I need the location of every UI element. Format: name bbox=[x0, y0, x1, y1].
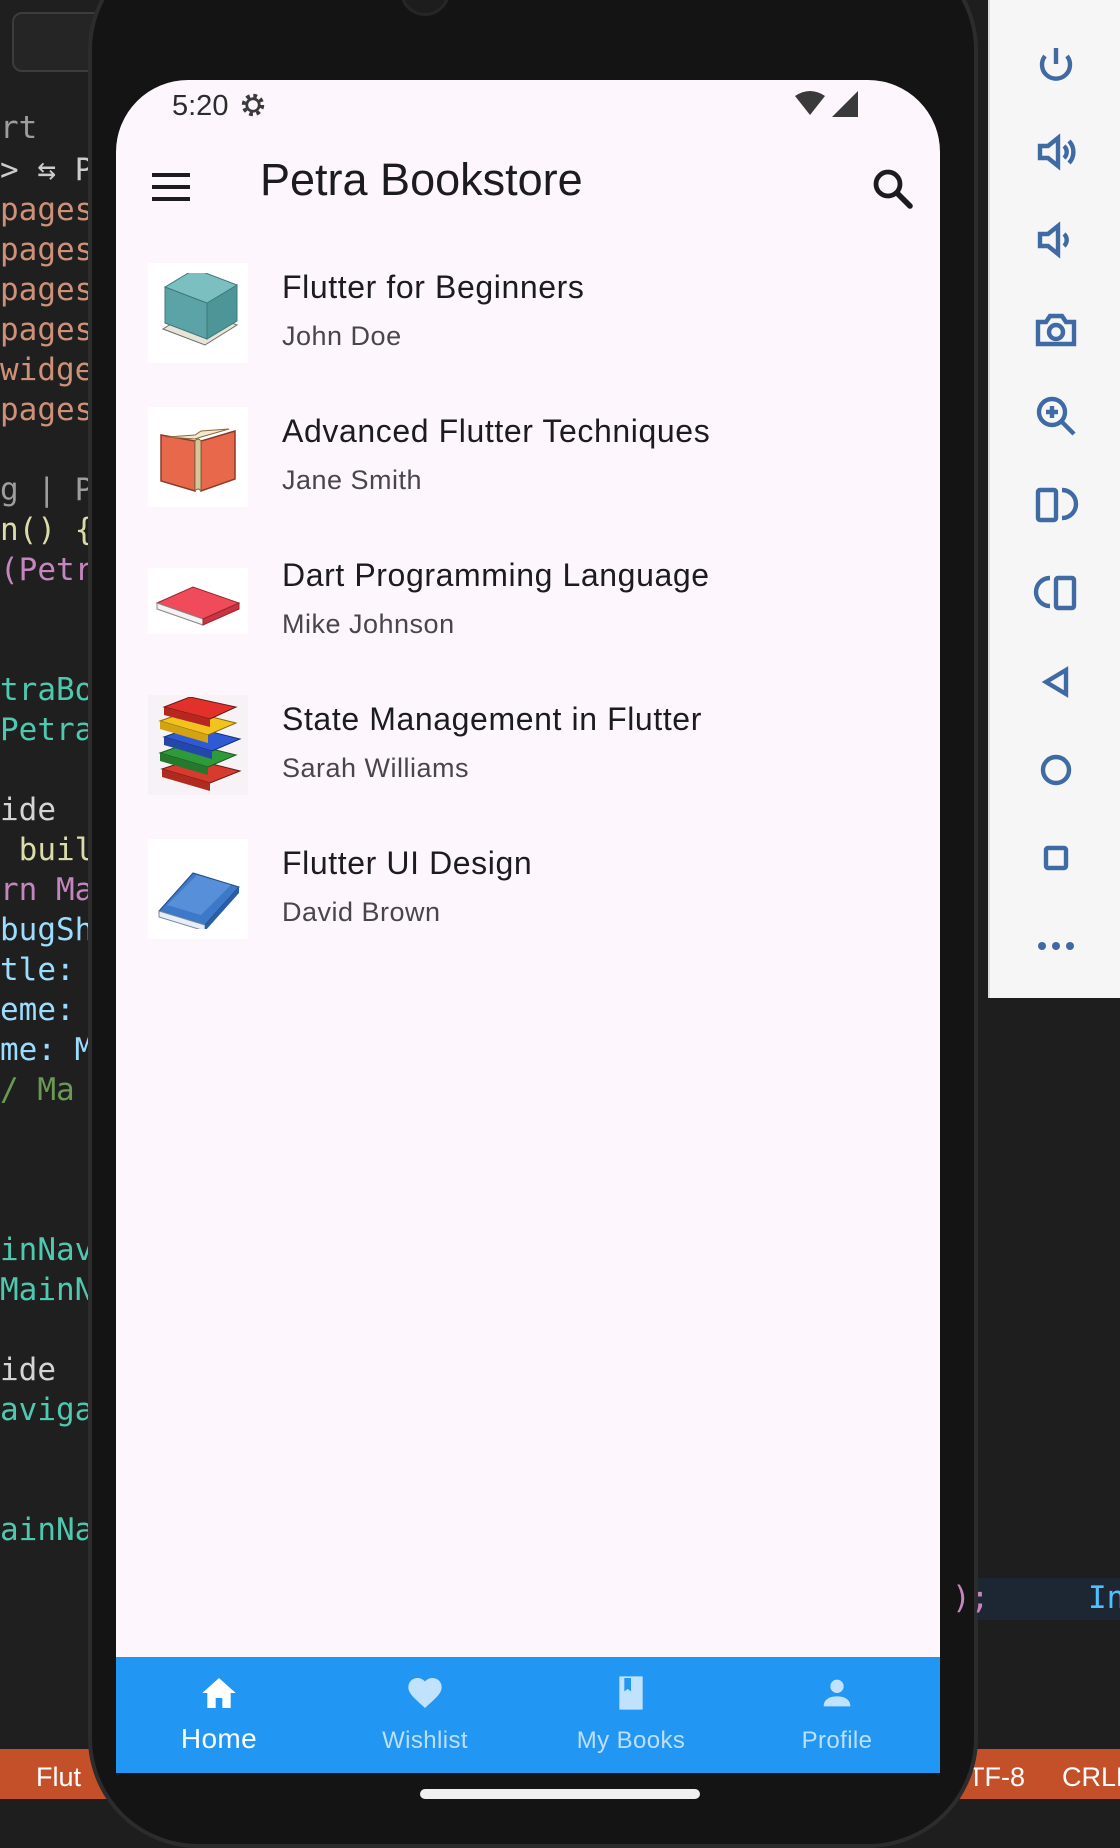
ide-code-line: inNav bbox=[0, 1232, 94, 1268]
overview-icon[interactable] bbox=[1026, 828, 1086, 888]
ide-code-line: pages bbox=[0, 232, 94, 268]
ide-code-line: / Ma bbox=[0, 1072, 75, 1108]
status-bar-encoding[interactable]: TF-8 bbox=[968, 1762, 1025, 1793]
camera-icon[interactable] bbox=[1026, 300, 1086, 360]
page-title: Petra Bookstore bbox=[260, 154, 583, 205]
ide-code-line: rn Ma bbox=[0, 872, 94, 908]
ide-code-line: pages bbox=[0, 312, 94, 348]
ide-code-line: me: M bbox=[0, 1032, 94, 1068]
menu-icon[interactable] bbox=[146, 162, 196, 212]
nav-label: Profile bbox=[801, 1727, 873, 1754]
open-book-cover-image bbox=[148, 407, 248, 507]
ide-code-line: pages bbox=[0, 392, 94, 428]
book-title: Flutter for Beginners bbox=[282, 269, 585, 305]
rotate-left-icon[interactable] bbox=[1026, 474, 1086, 534]
settings-gear-icon bbox=[241, 93, 265, 117]
book-author: David Brown bbox=[282, 897, 441, 927]
book-author: John Doe bbox=[282, 321, 402, 351]
ide-code-line: Petra bbox=[0, 712, 94, 748]
red-book-cover-image bbox=[148, 568, 248, 634]
volume-up-icon[interactable] bbox=[1026, 122, 1086, 182]
book-title: Advanced Flutter Techniques bbox=[282, 413, 711, 449]
ide-code-line: ainNa bbox=[0, 1512, 94, 1548]
book-stack-cover-image bbox=[148, 695, 248, 795]
ide-code-line: buil bbox=[0, 832, 94, 868]
ide-code-line: (Petr bbox=[0, 552, 94, 588]
ide-command-input[interactable] bbox=[12, 12, 100, 72]
book-author: Mike Johnson bbox=[282, 609, 455, 639]
nav-item-profile[interactable]: Profile bbox=[734, 1657, 940, 1773]
book-list-item[interactable]: Dart Programming Language Mike Johnson bbox=[116, 551, 940, 695]
ide-code-line: > ⇆ P bbox=[0, 152, 94, 188]
search-icon[interactable] bbox=[868, 164, 916, 212]
volume-down-icon[interactable] bbox=[1026, 210, 1086, 270]
ide-code-line: rt bbox=[0, 110, 38, 146]
ide-code-line: pages bbox=[0, 272, 94, 308]
book-list-item[interactable]: Flutter for Beginners John Doe bbox=[116, 263, 940, 407]
ide-code-line: bugSh bbox=[0, 912, 94, 948]
nav-label: Wishlist bbox=[382, 1727, 468, 1754]
ide-code-line: ); bbox=[952, 1580, 990, 1616]
person-icon bbox=[823, 1679, 851, 1707]
wifi-icon bbox=[795, 91, 825, 115]
ide-code-line: eme: bbox=[0, 992, 94, 1028]
ide-code-line: In bbox=[1088, 1580, 1120, 1616]
ide-code-line: pages bbox=[0, 192, 94, 228]
rotate-right-icon[interactable] bbox=[1026, 562, 1086, 622]
ide-code-line: MainN bbox=[0, 1272, 94, 1308]
home-icon[interactable] bbox=[1026, 740, 1086, 800]
status-time: 5:20 bbox=[172, 90, 229, 122]
nav-item-wishlist[interactable]: Wishlist bbox=[322, 1657, 528, 1773]
home-icon bbox=[202, 1678, 236, 1708]
book-author: Jane Smith bbox=[282, 465, 423, 495]
ide-code-line: tle: bbox=[0, 952, 94, 988]
nav-label: Home bbox=[180, 1723, 258, 1754]
ide-code-line: traBo bbox=[0, 672, 94, 708]
gesture-home-indicator[interactable] bbox=[420, 1789, 700, 1799]
app-screen: 5:20 Petra Bookstore Flutter for Beginne… bbox=[116, 80, 940, 1773]
ide-code-line: g | Prof bbox=[0, 472, 100, 508]
cell-signal-icon bbox=[832, 91, 858, 117]
back-icon[interactable] bbox=[1026, 652, 1086, 712]
power-icon[interactable] bbox=[1026, 36, 1086, 96]
teal-book-cover-image bbox=[148, 263, 248, 363]
zoom-in-icon[interactable] bbox=[1026, 386, 1086, 446]
ide-code-line: widge bbox=[0, 352, 94, 388]
emulator-toolbar bbox=[988, 0, 1120, 998]
ide-editor-left: rt > ⇆ P pages pages pages pages widge pages g |… bbox=[0, 0, 100, 1799]
status-bar-left[interactable]: Flut bbox=[36, 1762, 81, 1793]
book-title: Dart Programming Language bbox=[282, 557, 710, 593]
ide-code-line: ide bbox=[0, 792, 56, 828]
ide-code-line: n() { bbox=[0, 512, 94, 548]
bottom-navigation-bar: Home Wishlist My Books Profile bbox=[116, 1657, 940, 1773]
ide-code-line: ide bbox=[0, 1352, 56, 1388]
book-list-item[interactable]: Flutter UI Design David Brown bbox=[116, 839, 940, 983]
book-list-item[interactable]: Advanced Flutter Techniques Jane Smith bbox=[116, 407, 940, 551]
nav-label: My Books bbox=[576, 1727, 686, 1754]
nav-item-my-books[interactable]: My Books bbox=[528, 1657, 734, 1773]
heart-icon bbox=[408, 1678, 442, 1708]
book-title: Flutter UI Design bbox=[282, 845, 533, 881]
book-list-item[interactable]: State Management in Flutter Sarah Willia… bbox=[116, 695, 940, 839]
ide-code-line: aviga bbox=[0, 1392, 94, 1428]
book-icon bbox=[619, 1676, 643, 1710]
front-camera bbox=[400, 0, 450, 16]
status-bar-eol[interactable]: CRLF bbox=[1062, 1762, 1120, 1793]
blue-book-cover-image bbox=[148, 839, 248, 939]
book-title: State Management in Flutter bbox=[282, 701, 702, 737]
more-icon[interactable] bbox=[1026, 916, 1086, 976]
book-author: Sarah Williams bbox=[282, 753, 470, 783]
nav-item-home[interactable]: Home bbox=[116, 1657, 322, 1773]
